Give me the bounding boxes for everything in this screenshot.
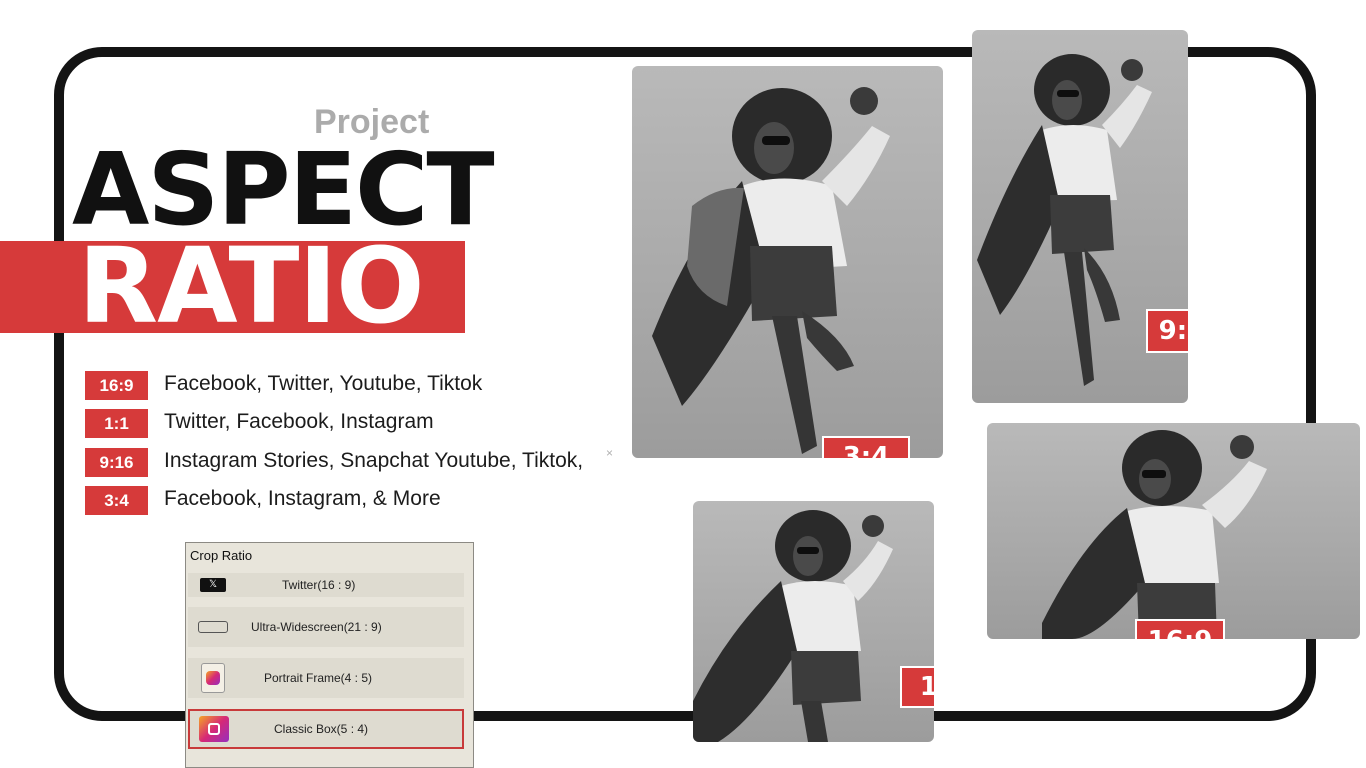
crop-item-classic-box[interactable]: Classic Box(5 : 4)	[188, 709, 464, 749]
close-icon[interactable]: ×	[606, 446, 613, 460]
photo-1-1: 1:1	[693, 501, 934, 742]
model-figure	[693, 510, 893, 742]
crop-item-label: Twitter(16 : 9)	[282, 578, 356, 592]
ratio-badge: 3:4	[85, 486, 148, 515]
instagram-icon	[199, 716, 229, 742]
instagram-icon	[201, 663, 225, 693]
photo-badge-9-16: 9:16	[1146, 309, 1188, 353]
crop-item-label: Portrait Frame(4 : 5)	[264, 671, 373, 685]
photo-3-4: 3:4	[632, 66, 943, 458]
ratio-platforms: Instagram Stories, Snapchat Youtube, Tik…	[164, 449, 584, 472]
crop-item-portrait-frame[interactable]: Portrait Frame(4 : 5)	[188, 658, 464, 698]
crop-ratio-panel: Crop Ratio 𝕏 Twitter(16 : 9) Ultra-Wides…	[185, 542, 474, 768]
photo-badge-1-1: 1:1	[900, 666, 934, 708]
ratio-heading: RATIO	[78, 232, 425, 332]
ratio-platforms: Twitter, Facebook, Instagram	[164, 410, 434, 433]
photo-badge-16-9: 16:9	[1135, 619, 1225, 639]
photo-9-16: 9:16	[972, 30, 1188, 403]
model-figure	[1042, 430, 1267, 639]
ratio-platforms: Facebook, Instagram, & More	[164, 487, 441, 510]
crop-item-label: Classic Box(5 : 4)	[274, 722, 369, 736]
photo-16-9: 16:9	[987, 423, 1360, 639]
photo-badge-3-4: 3:4	[822, 436, 910, 458]
crop-item-ultra-widescreen[interactable]: Ultra-Widescreen(21 : 9)	[188, 607, 464, 647]
aspect-heading: ASPECT	[72, 131, 495, 248]
x-logo-icon: 𝕏	[200, 578, 226, 592]
ratio-badge: 9:16	[85, 448, 148, 477]
crop-item-label: Ultra-Widescreen(21 : 9)	[251, 620, 382, 634]
ratio-heading-box: RATIO	[78, 232, 466, 332]
crop-panel-title: Crop Ratio	[190, 548, 253, 563]
crop-item-twitter[interactable]: 𝕏 Twitter(16 : 9)	[188, 573, 464, 597]
ratio-badge: 16:9	[85, 371, 148, 400]
widescreen-frame-icon	[198, 621, 228, 633]
model-figure	[652, 87, 890, 454]
ratio-platforms: Facebook, Twitter, Youtube, Tiktok	[164, 372, 483, 395]
ratio-badge: 1:1	[85, 409, 148, 438]
